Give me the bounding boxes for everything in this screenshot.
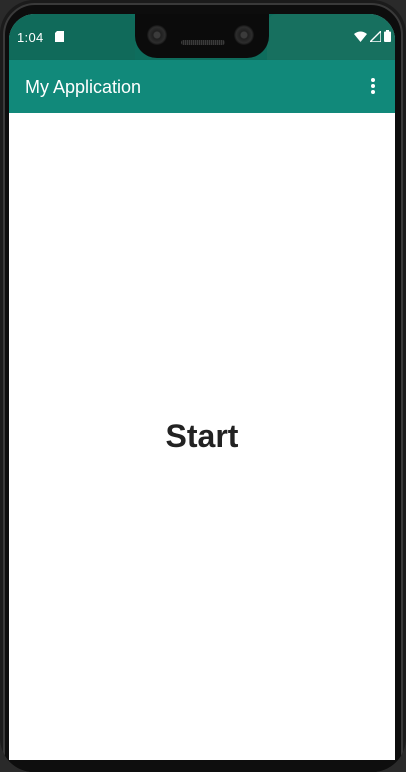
status-time: 1:04 <box>17 30 44 45</box>
camera-notch <box>135 14 269 58</box>
phone-device: 1:04 My Application Start <box>0 0 406 772</box>
device-screen: 1:04 My Application Start <box>9 14 395 760</box>
earpiece-speaker <box>181 40 225 45</box>
start-label[interactable]: Start <box>9 418 395 455</box>
status-icons <box>354 30 391 42</box>
status-bar: 1:04 <box>9 14 395 60</box>
navigation-bar <box>0 760 406 772</box>
app-title: My Application <box>25 77 142 97</box>
battery-icon <box>384 30 391 42</box>
signal-icon <box>370 30 381 42</box>
app-toolbar: My Application <box>9 60 395 113</box>
front-camera-right-icon <box>234 25 254 45</box>
wifi-icon <box>354 31 367 42</box>
sd-card-icon <box>55 31 64 42</box>
overflow-menu-button[interactable] <box>361 74 385 98</box>
more-vert-icon <box>371 78 375 94</box>
main-content: Start <box>9 113 395 760</box>
front-camera-left-icon <box>147 25 167 45</box>
